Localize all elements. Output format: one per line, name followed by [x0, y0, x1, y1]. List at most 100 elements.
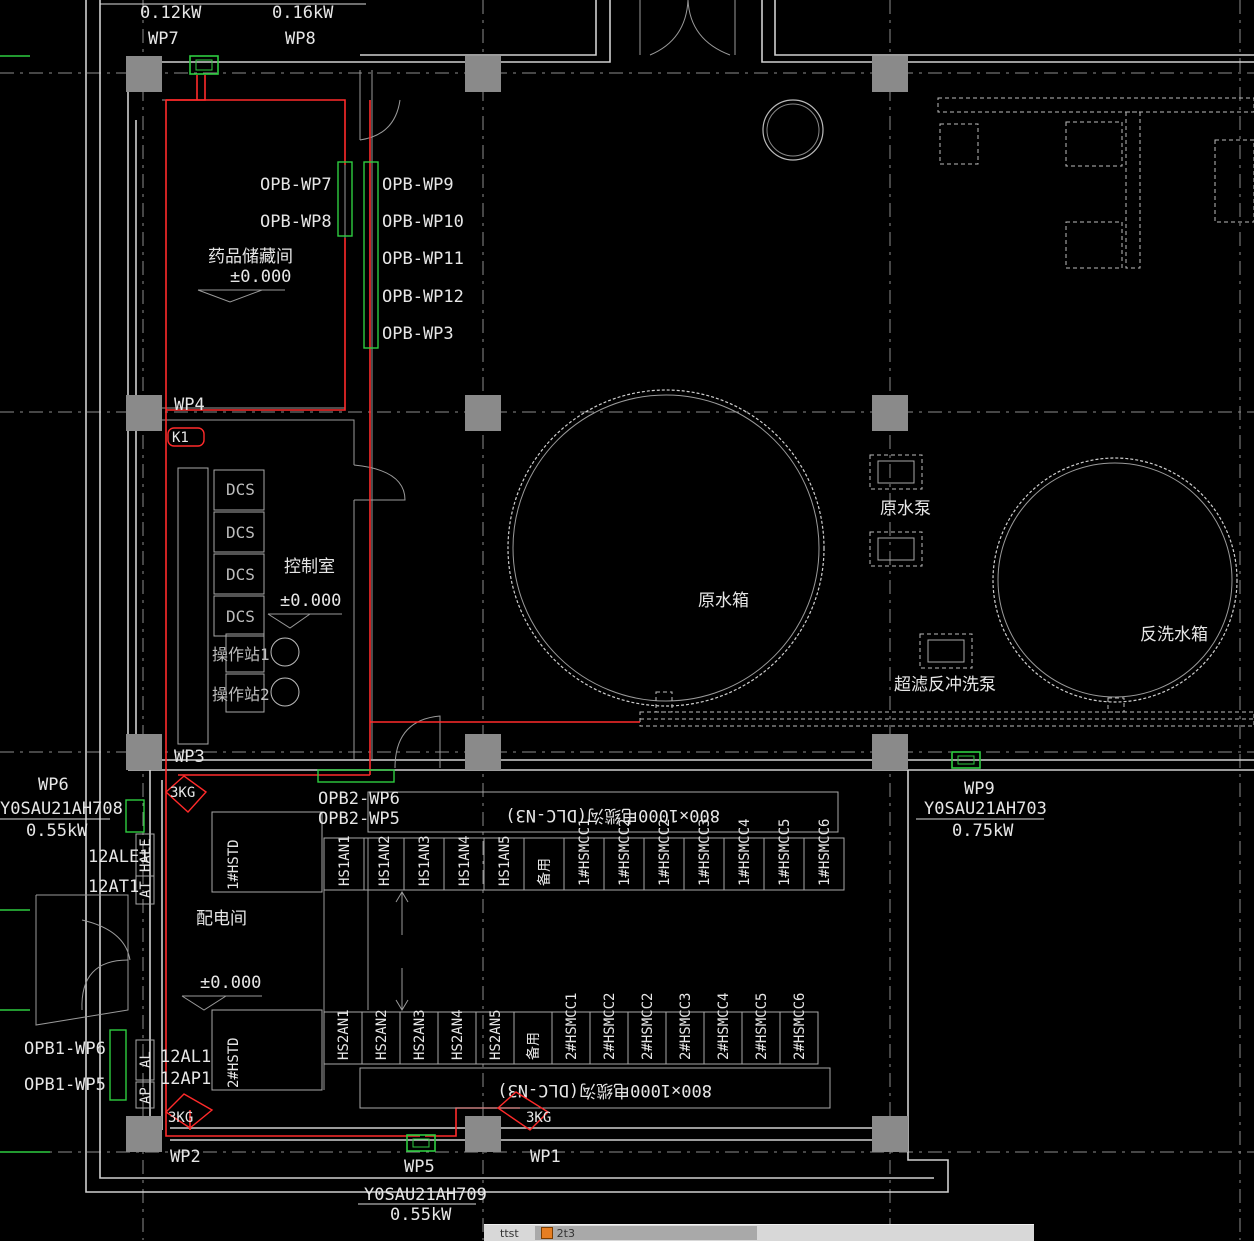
- raw-water-tank-label: 原水箱: [698, 591, 749, 611]
- electrical-room-name: 配电间: [196, 909, 247, 929]
- transformer-1-label: 1#HSTD: [226, 839, 242, 890]
- ale-label: 12ALE1: [88, 847, 149, 867]
- operator-station-1: 操作站1: [212, 645, 270, 664]
- opb2-wp5-label: OPB2-WP5: [318, 809, 400, 829]
- opb2-wp6-label: OPB2-WP6: [318, 789, 400, 809]
- switchgear-cabinet-label: HS1AN3: [417, 835, 433, 886]
- opb-wp8-label: OPB-WP8: [260, 212, 332, 232]
- opb1-box: [109, 1029, 127, 1101]
- opb-wp7-label: OPB-WP7: [260, 175, 332, 195]
- switchgear-cabinet-label: 备用: [536, 858, 553, 886]
- axis-ticks: [0, 55, 50, 1153]
- switchgear-cabinet-label: 2#HSMCC2: [640, 993, 656, 1060]
- cable-trench-top-label: 800×1000电缆沟(DLC-N3): [505, 805, 720, 825]
- k1-label: K1: [172, 430, 189, 446]
- opb-box-right: [363, 161, 379, 349]
- wp9-code: Y0SAU21AH703: [924, 799, 1047, 819]
- switchgear-cabinet-label: 1#HSMCC5: [777, 819, 793, 886]
- switchgear-cabinet-label: 1#HSMCC1: [577, 819, 593, 886]
- switchgear-cabinet-label: 2#HSMCC6: [792, 993, 808, 1060]
- taskbar: ttst 2t3: [484, 1224, 1034, 1241]
- ap1-label: 12AP1: [160, 1069, 211, 1089]
- opb-wp11-label: OPB-WP11: [382, 249, 464, 269]
- wp7-power: 0.12kW: [140, 3, 202, 23]
- taskbar-item-1-label: ttst: [500, 1226, 519, 1240]
- switchgear-cabinet-label: 1#HSMCC3: [697, 819, 713, 886]
- wp8-tag: WP8: [285, 29, 316, 49]
- cad-drawing-canvas[interactable]: 原水箱 反洗水箱 原水泵 超滤反冲洗泵 药品储藏间 ±0.000 OPB-WP7…: [0, 0, 1254, 1240]
- dcs-cabinet-4: DCS: [226, 607, 255, 626]
- switchgear-cabinet-label: 1#HSMCC4: [737, 819, 753, 886]
- wp5-power: 0.55kW: [390, 1205, 452, 1225]
- al-text: AL: [138, 1051, 154, 1068]
- switchgear-cabinet-label: 2#HSMCC5: [754, 993, 770, 1060]
- wp6-device-box: [125, 799, 145, 833]
- dcs-cabinet-3: DCS: [226, 565, 255, 584]
- app-icon: [540, 1227, 553, 1239]
- wp6-code: Y0SAU21AH708: [0, 799, 123, 819]
- dcs-cabinet-2: DCS: [226, 523, 255, 542]
- wp8-power: 0.16kW: [272, 3, 334, 23]
- switchgear-cabinet-label: 1#HSMCC2: [617, 819, 633, 886]
- pumps: 原水泵 超滤反冲洗泵: [869, 454, 996, 695]
- al1-label: 12AL1: [160, 1047, 211, 1067]
- transformer-2-label: 2#HSTD: [226, 1037, 242, 1088]
- switchgear-cabinet-label: 2#HSMCC2: [602, 993, 618, 1060]
- storage-room-name: 药品储藏间: [208, 247, 293, 267]
- switchgear-cabinet-label: HS1AN1: [337, 835, 353, 886]
- switchgear-cabinet-label: 1#HSMCC2: [657, 819, 673, 886]
- wp9-tag: WP9: [964, 779, 995, 799]
- wp2-tag: WP2: [170, 1147, 201, 1167]
- switchgear-cabinet-label: HS1AN5: [497, 835, 513, 886]
- opb-wp10-label: OPB-WP10: [382, 212, 464, 232]
- switchgear-cabinet-label: 1#HSMCC6: [817, 819, 833, 886]
- backwash-tank-label: 反洗水箱: [1140, 625, 1208, 645]
- wp4-tag: WP4: [174, 395, 205, 415]
- electrical-room: 配电间 ±0.000 1#HSTD 2#HSTD 800×1000电缆沟(DLC…: [24, 791, 845, 1109]
- switchgear-cabinet-label: HS2AN2: [374, 1009, 390, 1060]
- storage-room: 药品储藏间 ±0.000 OPB-WP7 OPB-WP8 OPB-WP9 OPB…: [197, 161, 464, 349]
- switchgear-cabinet-label: HS1AN2: [377, 835, 393, 886]
- switchgear-cabinet-label: HS2AN1: [336, 1009, 352, 1060]
- storage-room-elevation: ±0.000: [230, 267, 291, 287]
- switchgear-row-top: HS1AN1 HS1AN2 HS1AN3 HS1AN4 HS1AN5 备用 1#HSMCC1…: [323, 819, 845, 891]
- control-room-elevation: ±0.000: [280, 591, 341, 611]
- opb-wp9-label: OPB-WP9: [382, 175, 454, 195]
- taskbar-item-2-label: 2t3: [556, 1226, 575, 1240]
- switchgear-cabinet-label: 备用: [525, 1032, 542, 1060]
- dcs-cabinet-1: DCS: [226, 480, 255, 499]
- kg-wp2-label: 3KG: [168, 1110, 193, 1126]
- opb-wp3-label: OPB-WP3: [382, 324, 454, 344]
- taskbar-item-2[interactable]: 2t3: [534, 1226, 757, 1240]
- switchgear-cabinet-label: 2#HSMCC1: [564, 993, 580, 1060]
- kg-wp1-label: 3KG: [526, 1110, 551, 1126]
- control-room-name: 控制室: [284, 557, 335, 577]
- wp5-tag: WP5: [404, 1157, 435, 1177]
- cable-trench-bottom-label: 800×1000电缆沟(DLC-N3): [497, 1080, 712, 1100]
- switchgear-cabinet-label: HS2AN4: [450, 1009, 466, 1060]
- uf-backwash-pump-label: 超滤反冲洗泵: [894, 675, 996, 695]
- wp5-code: Y0SAU21AH709: [364, 1185, 487, 1205]
- raw-pump-label: 原水泵: [880, 499, 931, 519]
- opb1-wp5-label: OPB1-WP5: [24, 1075, 106, 1095]
- wp9-power: 0.75kW: [952, 821, 1014, 841]
- electrical-room-elevation: ±0.000: [200, 973, 261, 993]
- kg-switches: 3KG 3KG 3KG: [164, 775, 551, 1131]
- wp6-power: 0.55kW: [26, 821, 88, 841]
- wp1-tag: WP1: [530, 1147, 561, 1167]
- wp3-tag: WP3: [174, 747, 205, 767]
- wp7-tag: WP7: [148, 29, 179, 49]
- switchgear-cabinet-label: 2#HSMCC3: [678, 993, 694, 1060]
- at-text: AT: [138, 881, 154, 898]
- switchgear-cabinet-label: HS2AN5: [488, 1009, 504, 1060]
- switchgear-cabinet-label: HS2AN3: [412, 1009, 428, 1060]
- opb1-wp6-label: OPB1-WP6: [24, 1039, 106, 1059]
- wp6-tag: WP6: [38, 775, 69, 795]
- ap-text: AP: [138, 1087, 154, 1104]
- taskbar-item-1[interactable]: ttst: [494, 1226, 525, 1240]
- opb-wp12-label: OPB-WP12: [382, 287, 464, 307]
- switchgear-cabinet-label: HS1AN4: [457, 835, 473, 886]
- at-label: 12AT1: [88, 877, 139, 897]
- operator-station-2: 操作站2: [212, 685, 270, 704]
- control-room: DCS DCS DCS DCS 操作站1 操作站2 控制室 ±0.000 K1: [167, 427, 342, 745]
